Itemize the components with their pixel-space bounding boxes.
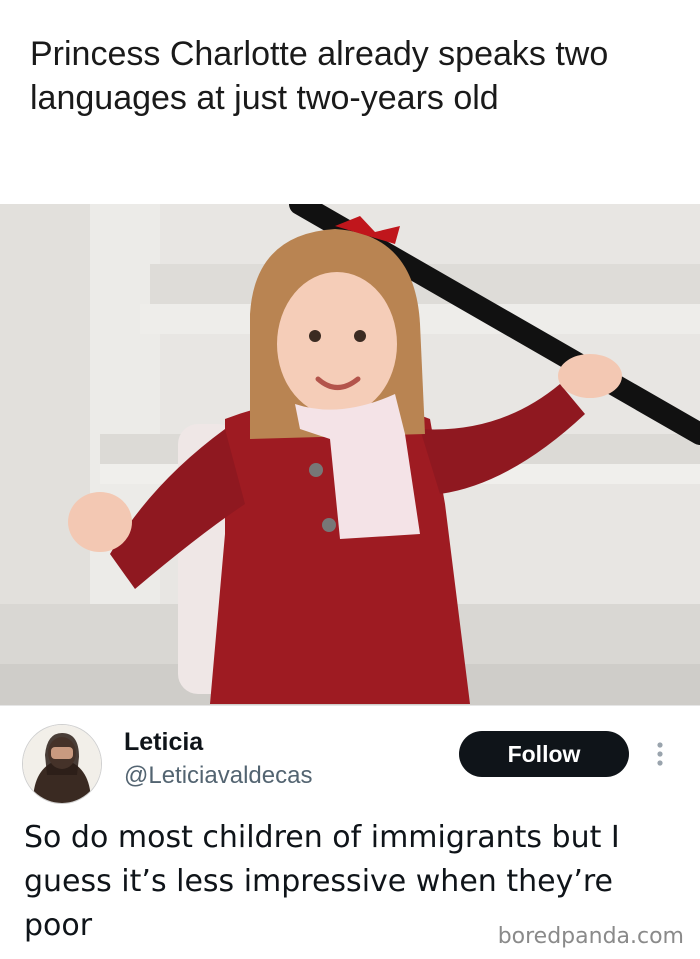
- avatar-image: [23, 725, 101, 803]
- user-handle[interactable]: @Leticiavaldecas: [124, 762, 312, 790]
- follow-button[interactable]: Follow: [459, 731, 629, 777]
- child-photo-illustration: [0, 204, 700, 705]
- headline: Princess Charlotte already speaks two la…: [30, 35, 609, 117]
- photo: [0, 204, 700, 705]
- tweet-card: Leticia @Leticiavaldecas Follow So do mo…: [0, 705, 700, 959]
- more-vertical-icon[interactable]: [650, 738, 670, 770]
- avatar[interactable]: [22, 724, 102, 804]
- display-name[interactable]: Leticia: [124, 728, 203, 757]
- watermark: boredpanda.com: [497, 924, 684, 949]
